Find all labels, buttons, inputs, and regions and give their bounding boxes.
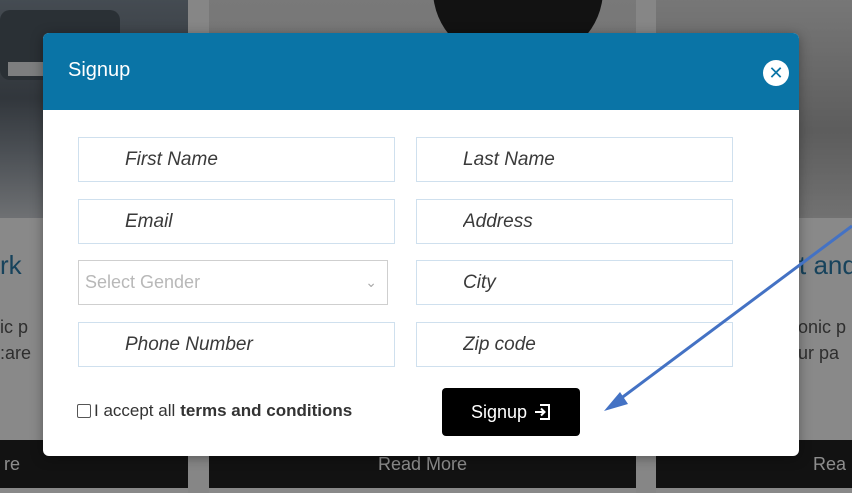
gender-select-value: Select Gender: [85, 272, 201, 292]
close-icon[interactable]: ✕: [763, 60, 789, 86]
city-input[interactable]: [416, 260, 733, 305]
terms-checkbox[interactable]: [77, 404, 91, 418]
phone-input[interactable]: [78, 322, 395, 367]
signup-button-label: Signup: [470, 401, 528, 422]
email-input[interactable]: [78, 199, 395, 244]
signup-button[interactable]: Signup: [442, 388, 580, 436]
gender-select[interactable]: Select Gender ⌄: [78, 260, 388, 305]
address-input[interactable]: [416, 199, 733, 244]
modal-title: Signup: [68, 59, 131, 81]
last-name-input[interactable]: [416, 137, 733, 182]
sign-in-icon: [535, 404, 551, 420]
chevron-down-icon: ⌄: [365, 274, 377, 290]
terms-row: I accept all terms and conditions: [77, 401, 352, 421]
first-name-input[interactable]: [78, 137, 395, 182]
terms-label: I accept all: [94, 401, 176, 420]
zip-input[interactable]: [416, 322, 733, 367]
terms-link[interactable]: terms and conditions: [180, 401, 352, 421]
modal-header: Signup ✕: [43, 33, 799, 110]
signup-modal: Signup ✕ Select Gender ⌄ I accept all te…: [43, 33, 799, 456]
